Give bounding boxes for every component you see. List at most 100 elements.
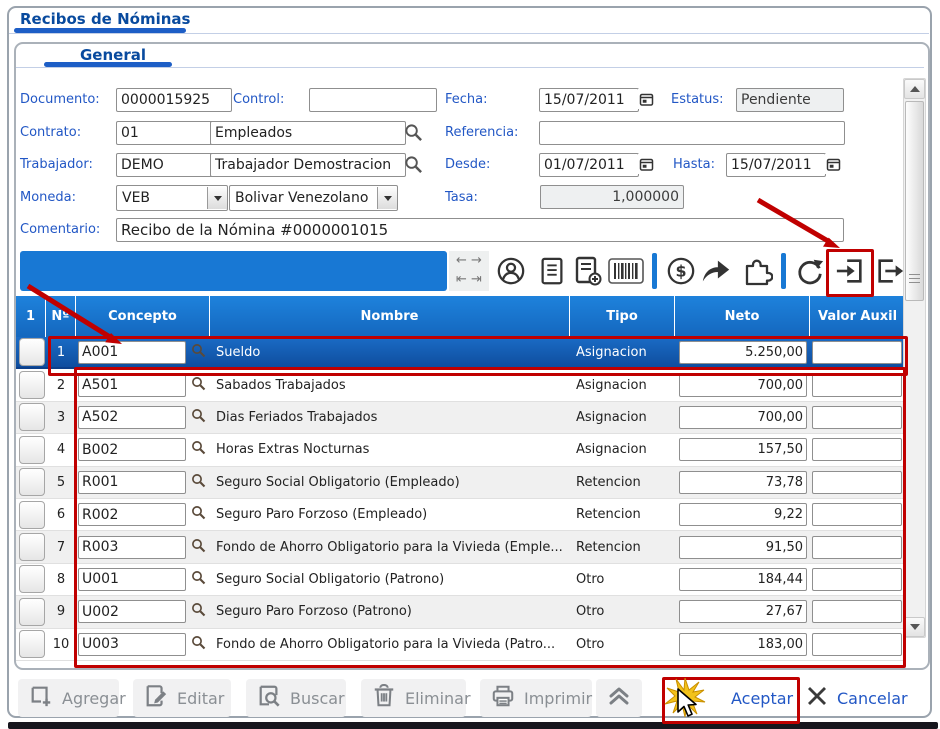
cancelar-button[interactable]: Cancelar: [806, 679, 908, 717]
contrato-code-field[interactable]: [116, 121, 214, 145]
table-row[interactable]: 7 Fondo de Ahorro Obligatorio para la Vi…: [16, 531, 905, 564]
valor-auxiliar-cell-field[interactable]: [812, 470, 902, 494]
valor-auxiliar-cell-field[interactable]: [812, 503, 902, 527]
concepto-cell-field[interactable]: [78, 405, 186, 429]
desde-calendar-icon[interactable]: [638, 154, 655, 174]
imprimir-button[interactable]: Imprimir: [480, 679, 592, 717]
col-header-tipo[interactable]: Tipo: [570, 296, 675, 337]
collapse-button[interactable]: [596, 679, 642, 717]
concepto-search-icon[interactable]: [191, 440, 206, 459]
row-selector-button[interactable]: [19, 533, 45, 562]
col-header-nombre[interactable]: Nombre: [210, 296, 570, 337]
scrollbar-thumb[interactable]: [905, 101, 924, 301]
concepto-cell-field[interactable]: [78, 470, 186, 494]
refresh-icon[interactable]: [794, 255, 826, 287]
neto-cell-field[interactable]: [679, 632, 807, 656]
row-selector-button[interactable]: [19, 371, 45, 400]
contrato-name-field[interactable]: [210, 121, 406, 145]
hasta-field[interactable]: [726, 153, 826, 177]
agregar-button[interactable]: Agregar: [18, 679, 126, 717]
fecha-field[interactable]: [539, 88, 639, 112]
valor-auxiliar-cell-field[interactable]: [812, 535, 902, 559]
concepto-cell-field[interactable]: [78, 632, 186, 656]
row-selector-button[interactable]: [19, 435, 45, 464]
col-header-valor-auxiliar[interactable]: Valor Auxil: [810, 296, 905, 337]
export-icon[interactable]: [874, 255, 906, 287]
col-header-numero[interactable]: Nº: [46, 296, 76, 337]
concepto-cell-field[interactable]: [78, 600, 186, 624]
valor-auxiliar-cell-field[interactable]: [812, 600, 902, 624]
table-row[interactable]: 5 Seguro Social Obligatorio (Empleado) R…: [16, 466, 905, 499]
document-icon[interactable]: [536, 255, 568, 287]
record-nav-arrows-icon[interactable]: ← → ⇤ ⇥: [449, 251, 489, 291]
row-selector-button[interactable]: [19, 468, 45, 497]
desde-field[interactable]: [539, 153, 639, 177]
vertical-scrollbar[interactable]: [903, 78, 926, 638]
concepto-search-icon[interactable]: [191, 343, 206, 362]
concepto-cell-field[interactable]: [78, 438, 186, 462]
table-row[interactable]: 6 Seguro Paro Forzoso (Empleado) Retenci…: [16, 498, 905, 532]
forward-arrow-icon[interactable]: [700, 255, 732, 287]
table-row[interactable]: 2 Sabados Trabajados Asignacion: [16, 369, 905, 402]
trabajador-search-icon[interactable]: [404, 155, 423, 178]
concepto-cell-field[interactable]: [78, 535, 186, 559]
concepto-search-icon[interactable]: [191, 473, 206, 492]
scrollbar-up-icon[interactable]: [904, 79, 925, 99]
table-row[interactable]: 4 Horas Extras Nocturnas Asignacion: [16, 434, 905, 467]
neto-cell-field[interactable]: [679, 600, 807, 624]
concepto-search-icon[interactable]: [191, 635, 206, 654]
row-selector-button[interactable]: [19, 630, 45, 659]
contrato-search-icon[interactable]: [404, 123, 423, 146]
plugin-puzzle-icon[interactable]: [741, 255, 773, 287]
concepto-cell-field[interactable]: [78, 340, 186, 364]
neto-cell-field[interactable]: [679, 405, 807, 429]
fecha-calendar-icon[interactable]: [638, 89, 655, 109]
concepto-search-icon[interactable]: [191, 376, 206, 395]
documento-field[interactable]: [116, 88, 232, 112]
concepto-search-icon[interactable]: [191, 505, 206, 524]
document-add-icon[interactable]: [572, 255, 604, 287]
col-header-selector[interactable]: 1: [16, 296, 46, 337]
moneda-code-dropdown[interactable]: VEB: [116, 185, 228, 211]
row-selector-button[interactable]: [19, 500, 45, 529]
neto-cell-field[interactable]: [679, 470, 807, 494]
valor-auxiliar-cell-field[interactable]: [812, 567, 902, 591]
table-row[interactable]: 10 Fondo de Ahorro Obligatorio para la V…: [16, 628, 905, 661]
neto-cell-field[interactable]: [679, 567, 807, 591]
eliminar-button[interactable]: Eliminar: [361, 679, 471, 717]
trabajador-code-field[interactable]: [116, 153, 214, 177]
col-header-concepto[interactable]: Concepto: [76, 296, 210, 337]
concepto-cell-field[interactable]: [78, 503, 186, 527]
barcode-icon[interactable]: [608, 258, 644, 284]
neto-cell-field[interactable]: [679, 438, 807, 462]
moneda-name-dropdown-arrow-icon[interactable]: [377, 187, 397, 209]
concepto-search-icon[interactable]: [191, 602, 206, 621]
trabajador-name-field[interactable]: [210, 153, 406, 177]
col-header-neto[interactable]: Neto: [675, 296, 810, 337]
table-row[interactable]: 9 Seguro Paro Forzoso (Patrono) Otro: [16, 596, 905, 629]
referencia-field[interactable]: [539, 121, 845, 145]
neto-cell-field[interactable]: [679, 373, 807, 397]
hasta-calendar-icon[interactable]: [825, 154, 842, 174]
comentario-field[interactable]: [116, 218, 844, 242]
valor-auxiliar-cell-field[interactable]: [812, 438, 902, 462]
concepto-cell-field[interactable]: [78, 567, 186, 591]
concepto-cell-field[interactable]: [78, 373, 186, 397]
concepto-search-icon[interactable]: [191, 408, 206, 427]
row-selector-button[interactable]: [19, 338, 45, 367]
user-icon[interactable]: [495, 255, 527, 287]
buscar-button[interactable]: Buscar: [246, 679, 346, 717]
table-row[interactable]: 8 Seguro Social Obligatorio (Patrono) Ot…: [16, 563, 905, 597]
table-row[interactable]: 1 Sueldo Asignacion: [16, 337, 905, 370]
currency-dollar-icon[interactable]: $: [665, 255, 697, 287]
import-icon[interactable]: [834, 255, 866, 287]
valor-auxiliar-cell-field[interactable]: [812, 405, 902, 429]
neto-cell-field[interactable]: [679, 503, 807, 527]
table-row[interactable]: 3 Dias Feriados Trabajados Asignacion: [16, 401, 905, 435]
aceptar-button[interactable]: Aceptar: [670, 679, 793, 717]
neto-cell-field[interactable]: [679, 535, 807, 559]
moneda-code-dropdown-arrow-icon[interactable]: [207, 187, 227, 209]
neto-cell-field[interactable]: [679, 340, 807, 364]
row-selector-button[interactable]: [19, 597, 45, 626]
editar-button[interactable]: Editar: [133, 679, 231, 717]
